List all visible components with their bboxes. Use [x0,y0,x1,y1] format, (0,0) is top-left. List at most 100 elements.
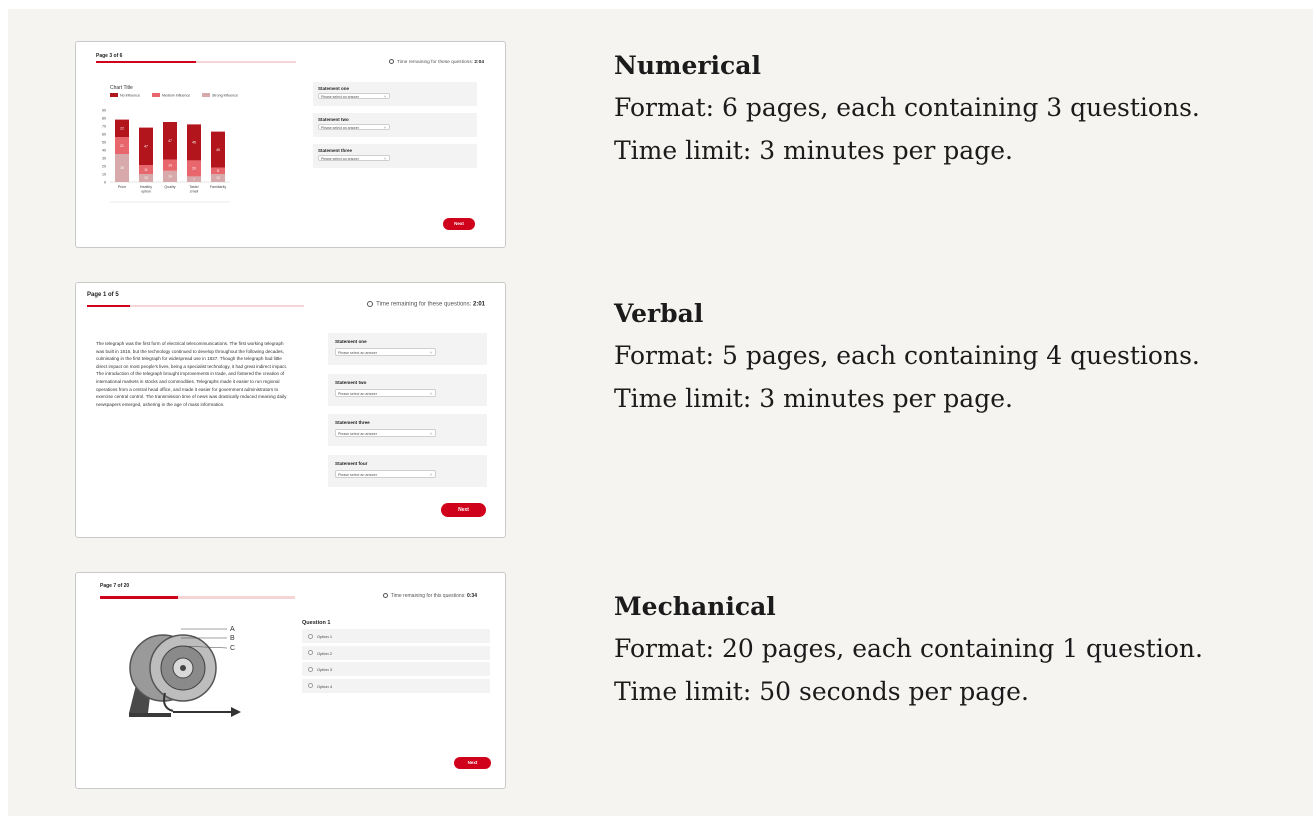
chart-legend: No influence Medium influence Strong influ… [110,93,238,98]
verbal-preview-card: Page 1 of 5 Time remaining for these que… [75,282,506,538]
y-tick-label: 50 [102,140,106,144]
clock-icon [382,593,388,599]
answer-select[interactable]: Please select an answer ˅ [318,124,390,130]
question-title: Question 1 [302,620,331,626]
x-tick-label: Healthy [140,185,152,189]
option-row[interactable]: Option 2 [302,645,490,660]
section-title: Numerical [614,51,761,80]
next-button[interactable]: Next [441,503,486,517]
time-limit-text: Time limit: 3 minutes per page. [614,384,1013,413]
numerical-description: Numerical Format: 6 pages, each containi… [614,50,1304,172]
legend-label: Medium influence [162,94,190,98]
select-placeholder: Please select an answer [321,95,359,99]
answer-select[interactable]: Please select an answer ˅ [318,155,390,161]
next-button[interactable]: Next [454,757,491,769]
statement-title: Statement two [318,117,349,122]
option-label: Option 2 [317,650,333,656]
answer-select[interactable]: Please select an answer ˅ [318,93,390,99]
chevron-down-icon: ˅ [429,351,432,355]
statement-title: Statement two [335,379,367,385]
pull-rope [173,711,233,713]
answer-select[interactable]: Please select an answer ˅ [335,429,436,437]
timer-label: Time remaining for these questions: [396,59,474,65]
data-label: 7 [193,177,195,181]
progress-bar [96,61,296,63]
stand-base [129,713,171,717]
format-text: Format: 20 pages, each containing 1 ques… [614,634,1203,663]
format-text: Format: 5 pages, each containing 4 quest… [614,341,1200,370]
option-label: Option 4 [317,683,333,689]
x-tick-label: Familiarity [210,185,227,189]
data-label: 20 [192,167,196,171]
clock-icon [367,301,374,307]
y-tick-label: 0 [104,180,106,184]
chevron-down-icon: ˅ [383,95,386,99]
timer-value: 2:04 [474,59,484,65]
diagram-label-c: C [230,645,235,652]
data-label: 22 [120,127,124,131]
option-row[interactable]: Option 4 [302,678,490,693]
next-button[interactable]: Next [443,218,475,230]
select-placeholder: Please select an answer [321,126,359,130]
data-label: 8 [217,169,219,173]
x-tick-label: Quality [164,185,175,189]
answer-select[interactable]: Please select an answer ˅ [335,469,436,478]
diagram-label-a: A [230,626,235,633]
time-limit-text: Time limit: 3 minutes per page. [614,136,1013,165]
radio-button[interactable] [308,666,313,672]
y-tick-label: 30 [102,156,106,160]
radio-button[interactable] [308,683,313,688]
reel-axle [180,665,186,671]
legend-swatch [110,93,118,97]
numerical-preview-card: Page 3 of 6 Time remaining for these que… [75,41,506,248]
y-tick-label: 80 [102,116,106,120]
diagram-label-b: B [230,635,235,642]
radio-button[interactable] [308,650,313,655]
chart-bars: 35 21 22 10 11 47 14 14 47 7 20 45 10 8 45 [115,119,225,182]
time-remaining: Time remaining for these questions: 2:01 [367,301,485,308]
x-tick-label: Taste/ [189,185,199,189]
statement-panel: Statement three Please select an answer ˅ [328,414,487,446]
chart-x-axis: Price Healthyoption Quality Taste/smell Fami… [118,185,226,194]
option-label: Option 1 [317,634,333,639]
option-row[interactable]: Option 3 [302,662,490,676]
statement-title: Statement one [335,339,367,344]
time-limit-text: Time limit: 50 seconds per page. [614,677,1029,706]
chevron-down-icon: ˅ [383,126,386,130]
x-tick-label: Price [118,185,126,189]
statement-panel: Statement two Please select an answer ˅ [313,113,477,137]
verbal-description: Verbal Format: 5 pages, each containing … [614,298,1304,420]
option-label: Option 3 [317,667,333,672]
select-placeholder: Please select an answer [338,432,377,436]
data-label: 21 [120,144,124,148]
legend-swatch [202,93,210,97]
y-tick-label: 10 [102,172,106,176]
time-remaining: Time remaining for these questions: 2:04 [388,59,484,65]
x-tick-label: option [141,190,151,194]
timer-value: 2:01 [472,301,485,308]
x-tick-label: smell [190,190,199,194]
chevron-down-icon: ˅ [429,472,432,477]
answer-select[interactable]: Please select an answer ˅ [335,348,436,356]
timer-value: 0:34 [466,593,477,599]
answer-select[interactable]: Please select an answer ˅ [335,388,436,397]
statement-title: Statement three [335,420,370,425]
section-title: Verbal [614,299,704,328]
chevron-down-icon: ˅ [429,432,432,436]
select-placeholder: Please select an answer [338,391,377,396]
statement-panel: Statement two Please select an answer ˅ [328,373,487,406]
data-label: 47 [144,145,148,149]
data-label: 45 [192,141,196,145]
select-placeholder: Please select an answer [338,351,377,355]
data-label: 11 [144,168,148,172]
select-placeholder: Please select an answer [321,157,359,161]
reading-passage: The telegraph was the first form of elec… [96,341,288,407]
y-tick-label: 20 [102,164,106,168]
radio-button[interactable] [308,633,313,639]
chevron-down-icon: ˅ [383,157,386,161]
statement-panel: Statement three Please select an answer ˅ [313,144,477,168]
option-row[interactable]: Option 1 [302,629,490,643]
stacked-bar-chart: Chart Title No influence Medium influence… [102,85,238,203]
format-text: Format: 6 pages, each containing 3 quest… [614,93,1200,122]
progress-fill [100,596,178,599]
